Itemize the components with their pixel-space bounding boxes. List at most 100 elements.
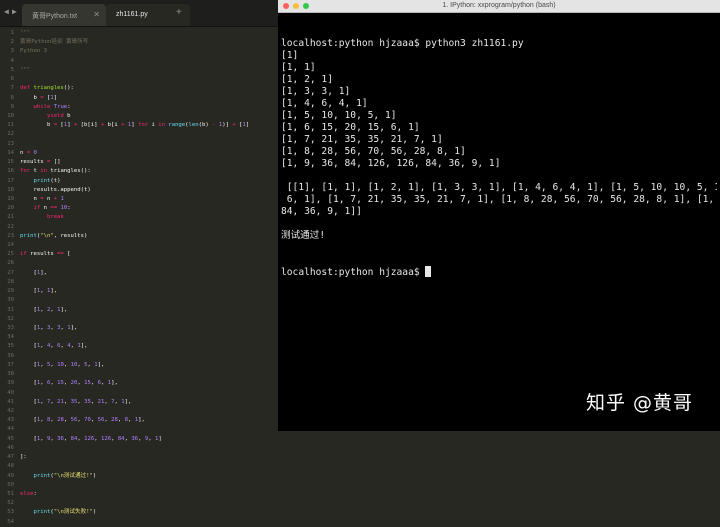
code-line[interactable]: 47]: [0,453,278,462]
code-line[interactable]: 46 [0,444,278,453]
code-text: """ [20,66,31,73]
code-line[interactable]: 18 results.append(t) [0,186,278,195]
line-number: 26 [7,260,14,267]
code-line[interactable]: 27 [1], [0,269,278,278]
code-line[interactable]: 11 b = [1] + [b[i] + b[i + 1] for i in r… [0,121,278,130]
line-number: 35 [7,343,14,350]
code-line[interactable]: 17 print(t) [0,177,278,186]
terminal-window[interactable]: 1. IPython: xxprogram/python (bash) loca… [278,0,720,431]
terminal-line: [1, 7, 21, 35, 35, 21, 7, 1] [281,134,443,145]
tab-zh1161-py[interactable]: zh1161.py + [106,4,190,26]
code-line[interactable]: 50 [0,481,278,490]
terminal-line: [1, 6, 15, 20, 15, 6, 1] [281,122,420,133]
code-line[interactable]: 38 [0,370,278,379]
back-arrow-icon[interactable]: ◀ [4,7,9,16]
code-line[interactable]: 34 [0,333,278,342]
code-text: print(t) [33,177,61,184]
code-line[interactable]: 5 """ [0,66,278,75]
code-line[interactable]: 53 print("\n测试失败!") [0,508,278,517]
code-line[interactable]: 41 [1, 7, 21, 35, 35, 21, 7, 1], [0,398,278,407]
line-number: 42 [7,407,14,414]
code-text: Python 3 [20,48,47,55]
code-line[interactable]: 25 if results == [ [0,250,278,259]
terminal-line: [1, 1] [281,62,316,73]
line-number: 40 [7,389,14,396]
code-editor[interactable]: ◀ ▶ 黄哥Python.txt ✕ zh1161.py + 1 """ 2 黄哥Py… [0,0,278,525]
code-area[interactable]: 1 """ 2 黄哥Python培训 黄哥所写 3 Python 3 4 5 """ 6 7 def … [0,29,278,527]
code-line[interactable]: 4 [0,57,278,66]
code-line[interactable]: 13 [0,140,278,149]
code-line[interactable]: 40 [0,389,278,398]
code-line[interactable]: 39 [1, 6, 15, 20, 15, 6, 1], [0,379,278,388]
line-number: 13 [7,140,14,147]
code-line[interactable]: 36 [0,352,278,361]
code-line[interactable]: 2 黄哥Python培训 黄哥所写 [0,38,278,47]
code-line[interactable]: 51 else: [0,490,278,499]
code-line[interactable]: 29 [1, 1], [0,287,278,296]
code-line[interactable]: 35 [1, 4, 6, 4, 1], [0,342,278,351]
tab-label: zh1161.py [116,11,148,18]
code-line[interactable]: 45 [1, 9, 36, 84, 126, 126, 84, 36, 9, 1… [0,435,278,444]
code-line[interactable]: 16 for t in triangles(): [0,167,278,176]
line-number: 17 [7,177,14,184]
code-line[interactable]: 30 [0,296,278,305]
code-text: print("\n测试失败!") [33,509,97,516]
code-line[interactable]: 3 Python 3 [0,47,278,56]
code-line[interactable]: 21 break [0,213,278,222]
code-line[interactable]: 49 print("\n测试通过!") [0,472,278,481]
terminal-line: [1, 4, 6, 4, 1] [281,98,368,109]
zhihu-watermark: 知乎 @黄哥 [586,392,694,414]
code-line[interactable]: 10 yield b [0,112,278,121]
code-line[interactable]: 54 [0,518,278,527]
line-number: 3 [10,48,14,55]
code-line[interactable]: 44 [0,425,278,434]
code-line[interactable]: 19 n = n + 1 [0,195,278,204]
code-line[interactable]: 12 [0,130,278,139]
code-text: [1, 9, 36, 84, 126, 126, 84, 36, 9, 1] [20,435,162,442]
code-line[interactable]: 32 [0,315,278,324]
code-text: [1], [20,269,47,276]
terminal-line: [1] [281,50,299,61]
terminal-line: 6, 1], [1, 7, 21, 35, 35, 21, 7, 1], [1,… [286,194,715,205]
line-number: 18 [7,186,14,193]
code-line[interactable]: 20 if n == 10: [0,204,278,213]
code-line[interactable]: 7 def triangles(): [0,84,278,93]
code-text: print("\n测试通过!") [33,472,97,479]
tab-modified-plus-icon[interactable]: + [176,8,182,18]
tab-huangge-python-txt[interactable]: 黄哥Python.txt ✕ [22,4,106,26]
code-line[interactable]: 15 results = [] [0,158,278,167]
terminal-title-bar: 1. IPython: xxprogram/python (bash) [278,0,720,13]
code-line[interactable]: 23 print("\n", results) [0,232,278,241]
code-line[interactable]: 28 [0,278,278,287]
code-line[interactable]: 8 b = [1] [0,94,278,103]
code-text: print("\n", results) [20,232,88,239]
terminal-output[interactable]: localhost:python hjzaaa$ python3 zh1161.… [281,14,717,302]
code-text: [1, 7, 21, 35, 35, 21, 7, 1], [20,398,132,405]
line-number: 12 [7,131,14,138]
code-line[interactable]: 42 [0,407,278,416]
tab-label: 黄哥Python.txt [32,13,78,20]
code-line[interactable]: 33 [1, 3, 3, 1], [0,324,278,333]
code-text: while True: [33,103,71,110]
line-number: 21 [7,214,14,221]
code-line[interactable]: 37 [1, 5, 10, 10, 5, 1], [0,361,278,370]
code-text: def triangles(): [20,85,74,92]
line-number: 47 [7,454,14,461]
line-number: 10 [7,112,14,119]
code-line[interactable]: 22 [0,223,278,232]
code-line[interactable]: 52 [0,499,278,508]
code-line[interactable]: 48 [0,462,278,471]
code-line[interactable]: 1 """ [0,29,278,38]
code-text: if n == 10: [33,205,71,212]
code-line[interactable]: 9 while True: [0,103,278,112]
code-line[interactable]: 31 [1, 2, 1], [0,306,278,315]
code-line[interactable]: 24 [0,241,278,250]
close-tab-icon[interactable]: ✕ [93,10,100,19]
code-text: [1, 1], [20,288,58,295]
code-line[interactable]: 43 [1, 8, 28, 56, 70, 56, 28, 8, 1], [0,416,278,425]
code-line[interactable]: 14 n = 0 [0,149,278,158]
line-number: 24 [7,242,14,249]
code-line[interactable]: 6 [0,75,278,84]
code-line[interactable]: 26 [0,259,278,268]
forward-arrow-icon[interactable]: ▶ [12,7,17,16]
